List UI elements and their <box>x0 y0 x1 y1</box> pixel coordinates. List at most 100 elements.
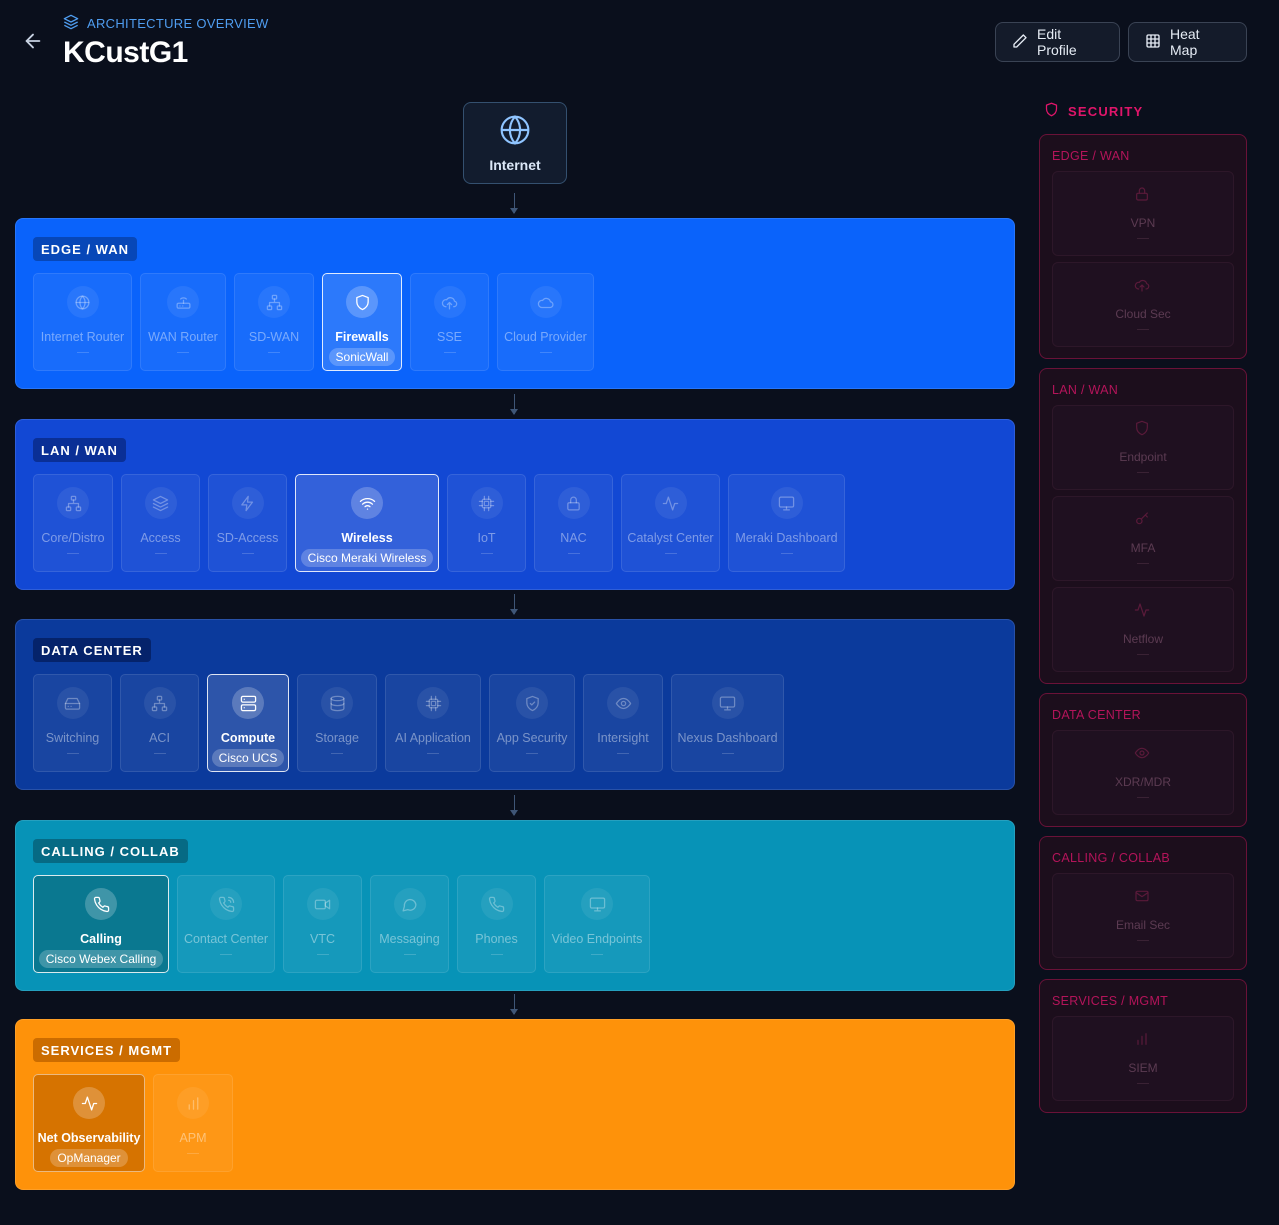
network-icon <box>57 487 89 519</box>
empty-dash <box>617 753 629 754</box>
tile-apm[interactable]: APM <box>153 1074 233 1172</box>
empty-dash <box>1137 329 1149 330</box>
security-tile-label: Cloud Sec <box>1115 307 1171 321</box>
security-group-services: SERVICES / MGMT SIEM <box>1039 979 1247 1113</box>
tile-nexus-dashboard[interactable]: Nexus Dashboard <box>671 674 784 772</box>
tile-access[interactable]: Access <box>121 474 200 572</box>
tile-sd-wan[interactable]: SD-WAN <box>234 273 314 371</box>
tile-contact-center[interactable]: Contact Center <box>177 875 275 973</box>
layer-label: LAN / WAN <box>33 438 126 462</box>
security-group-calling: CALLING / COLLAB Email Sec <box>1039 836 1247 970</box>
tile-calling[interactable]: Calling Cisco Webex Calling <box>33 875 169 973</box>
tile-switching[interactable]: Switching <box>33 674 112 772</box>
vendor-badge: Cisco UCS <box>211 749 285 767</box>
tile-sd-access[interactable]: SD-Access <box>208 474 287 572</box>
activity-icon <box>73 1087 105 1119</box>
security-tile-label: Netflow <box>1122 632 1163 646</box>
tile-firewalls[interactable]: Firewalls SonicWall <box>322 273 402 371</box>
tile-label: IoT <box>477 531 496 545</box>
empty-dash <box>480 553 493 554</box>
tile-iot[interactable]: IoT <box>447 474 526 572</box>
tile-label: NAC <box>560 531 587 545</box>
heat-map-button[interactable]: Heat Map <box>1128 22 1247 62</box>
empty-dash <box>1137 654 1149 655</box>
layer-services-mgmt: SERVICES / MGMT Net Observability OpManag… <box>15 1019 1015 1190</box>
tile-phones[interactable]: Phones <box>457 875 536 973</box>
tile-storage[interactable]: Storage <box>297 674 377 772</box>
security-tile-xdr-mdr[interactable]: XDR/MDR <box>1052 730 1234 815</box>
layers-icon <box>63 14 79 33</box>
security-tile-siem[interactable]: SIEM <box>1052 1016 1234 1101</box>
tile-ai-application[interactable]: AI Application <box>385 674 481 772</box>
empty-dash <box>67 553 79 554</box>
globe-icon <box>499 114 531 149</box>
security-tile-vpn[interactable]: VPN <box>1052 171 1234 256</box>
empty-dash <box>268 352 280 353</box>
empty-dash <box>567 553 580 554</box>
database-icon <box>321 687 353 719</box>
tile-internet-router[interactable]: Internet Router <box>33 273 132 371</box>
tile-label: Nexus Dashboard <box>677 731 778 745</box>
connector-arrow <box>510 594 518 615</box>
tile-catalyst-center[interactable]: Catalyst Center <box>621 474 720 572</box>
shield-icon <box>1134 420 1152 438</box>
empty-dash <box>76 352 89 353</box>
tile-video-endpoints[interactable]: Video Endpoints <box>544 875 650 973</box>
security-group-edge: EDGE / WAN VPN Cloud Sec <box>1039 134 1247 359</box>
breadcrumb-label: ARCHITECTURE OVERVIEW <box>87 16 269 31</box>
cloud-upload-icon <box>433 286 466 318</box>
tile-label: Meraki Dashboard <box>735 531 838 545</box>
server-icon <box>232 687 264 719</box>
network-icon <box>258 286 290 318</box>
activity-icon <box>654 487 687 519</box>
tile-app-security[interactable]: App Security <box>489 674 575 772</box>
security-tile-email-sec[interactable]: Email Sec <box>1052 873 1234 958</box>
tile-aci[interactable]: ACI <box>120 674 199 772</box>
monitor-icon <box>770 487 803 519</box>
tile-label: Storage <box>315 731 359 745</box>
tile-meraki-dashboard[interactable]: Meraki Dashboard <box>728 474 845 572</box>
tile-label: APM <box>179 1131 207 1145</box>
tile-net-observability[interactable]: Net Observability OpManager <box>33 1074 145 1172</box>
mail-icon <box>1134 888 1152 906</box>
tile-vtc[interactable]: VTC <box>283 875 362 973</box>
layer-label: SERVICES / MGMT <box>33 1038 181 1062</box>
security-tile-mfa[interactable]: MFA <box>1052 496 1234 581</box>
tile-nac[interactable]: NAC <box>534 474 613 572</box>
internet-node[interactable]: Internet <box>463 102 567 184</box>
empty-dash <box>1137 940 1149 941</box>
security-tile-endpoint[interactable]: Endpoint <box>1052 405 1234 490</box>
security-tile-netflow[interactable]: Netflow <box>1052 587 1234 672</box>
empty-dash <box>241 553 254 554</box>
bar-chart-icon <box>1134 1031 1152 1049</box>
tile-intersight[interactable]: Intersight <box>583 674 663 772</box>
tile-messaging[interactable]: Messaging <box>370 875 449 973</box>
empty-dash <box>316 954 329 955</box>
edit-profile-label: Edit Profile <box>1037 26 1077 58</box>
security-tile-label: VPN <box>1130 216 1156 230</box>
tile-core-distro[interactable]: Core/Distro <box>33 474 113 572</box>
pencil-icon <box>1012 33 1028 52</box>
lock-icon <box>557 487 590 519</box>
back-arrow-icon[interactable] <box>22 30 44 52</box>
tile-cloud-provider[interactable]: Cloud Provider <box>497 273 594 371</box>
layers-icon <box>144 487 177 519</box>
tile-wireless[interactable]: Wireless Cisco Meraki Wireless <box>295 474 439 572</box>
wifi-icon <box>351 487 383 519</box>
tile-compute[interactable]: Compute Cisco UCS <box>207 674 289 772</box>
security-tile-label: XDR/MDR <box>1115 775 1171 789</box>
security-group-label: SERVICES / MGMT <box>1052 994 1169 1008</box>
tile-label: Wireless <box>341 531 393 545</box>
tile-sse[interactable]: SSE <box>410 273 489 371</box>
empty-dash <box>1137 1083 1149 1084</box>
breadcrumb: ARCHITECTURE OVERVIEW <box>63 14 269 33</box>
layer-lan-wan: LAN / WAN Core/Distro Access SD-Access Wire… <box>15 419 1015 590</box>
security-tile-cloud-sec[interactable]: Cloud Sec <box>1052 262 1234 347</box>
tile-wan-router[interactable]: WAN Router <box>140 273 226 371</box>
page-title: KCustG1 <box>63 36 188 69</box>
security-group-lan: LAN / WAN Endpoint MFA Netflow <box>1039 368 1247 684</box>
edit-profile-button[interactable]: Edit Profile <box>995 22 1120 62</box>
security-group-label: LAN / WAN <box>1052 383 1119 397</box>
heat-map-label: Heat Map <box>1170 26 1200 58</box>
tile-label: SD-Access <box>216 531 279 545</box>
